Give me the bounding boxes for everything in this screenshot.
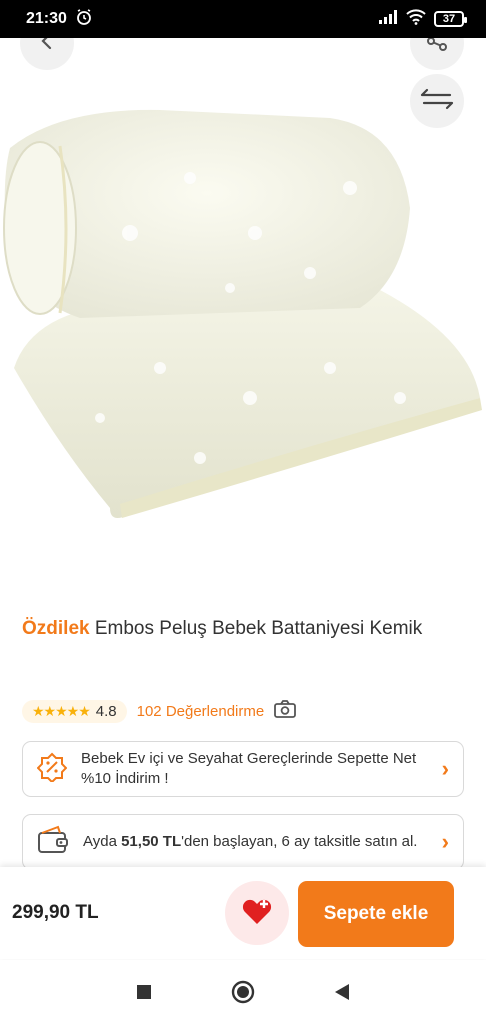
battery-level: 37: [442, 13, 456, 25]
back-nav-icon[interactable]: [330, 980, 354, 1004]
system-nav-bar: [0, 960, 486, 1024]
wallet-icon: [37, 825, 69, 860]
product-image-area[interactable]: [0, 38, 486, 578]
compare-button[interactable]: [410, 74, 464, 128]
purchase-bar: 299,90 TL Sepete ekle: [0, 867, 486, 959]
promo-text: Bebek Ev içi ve Seyahat Gereçlerinde Sep…: [81, 750, 417, 787]
rating-row: ★★★★★ 4.8 102 Değerlendirme: [22, 697, 297, 725]
installment-text: Ayda 51,50 TL'den başlayan, 6 ay taksitl…: [83, 832, 434, 852]
rating-score: 4.8: [95, 702, 117, 720]
product-image[interactable]: [0, 38, 486, 578]
status-bar: 21:30 37: [0, 0, 486, 38]
share-icon: [425, 38, 449, 58]
product-title: Özdilek Embos Peluş Bebek Battaniyesi Ke…: [22, 612, 462, 645]
compare-arrows-icon: [420, 88, 454, 115]
reviews-link[interactable]: 102 Değerlendirme: [137, 703, 265, 720]
add-to-cart-button[interactable]: Sepete ekle: [298, 881, 454, 947]
recent-apps-icon[interactable]: [132, 980, 156, 1004]
rating-badge[interactable]: ★★★★★ 4.8: [22, 699, 127, 723]
promo-card[interactable]: Bebek Ev içi ve Seyahat Gereçlerinde Sep…: [22, 741, 464, 797]
installment-suffix: 'den başlayan, 6 ay taksitle satın al.: [181, 833, 418, 850]
brand-name[interactable]: Özdilek: [22, 618, 90, 639]
battery-icon: 37: [434, 11, 467, 27]
discount-tag-icon: [36, 752, 68, 787]
signal-icon: [378, 9, 398, 30]
home-icon[interactable]: [231, 980, 255, 1004]
installment-card[interactable]: Ayda 51,50 TL'den başlayan, 6 ay taksitl…: [22, 814, 464, 870]
status-time: 21:30: [26, 10, 67, 27]
camera-icon[interactable]: [274, 699, 297, 723]
star-icons: ★★★★★: [32, 702, 91, 719]
installment-prefix: Ayda: [83, 833, 122, 850]
installment-amount: 51,50 TL: [121, 833, 182, 850]
alarm-icon: [75, 8, 93, 31]
heart-icon: [241, 896, 273, 931]
favorite-button[interactable]: [225, 881, 289, 945]
product-name: Embos Peluş Bebek Battaniyesi Kemik: [94, 618, 423, 639]
price: 299,90 TL: [12, 902, 99, 923]
wifi-icon: [406, 8, 426, 30]
chevron-right-icon: ›: [441, 829, 449, 854]
chevron-right-icon: ›: [441, 756, 449, 781]
back-arrow-icon: [36, 38, 58, 57]
